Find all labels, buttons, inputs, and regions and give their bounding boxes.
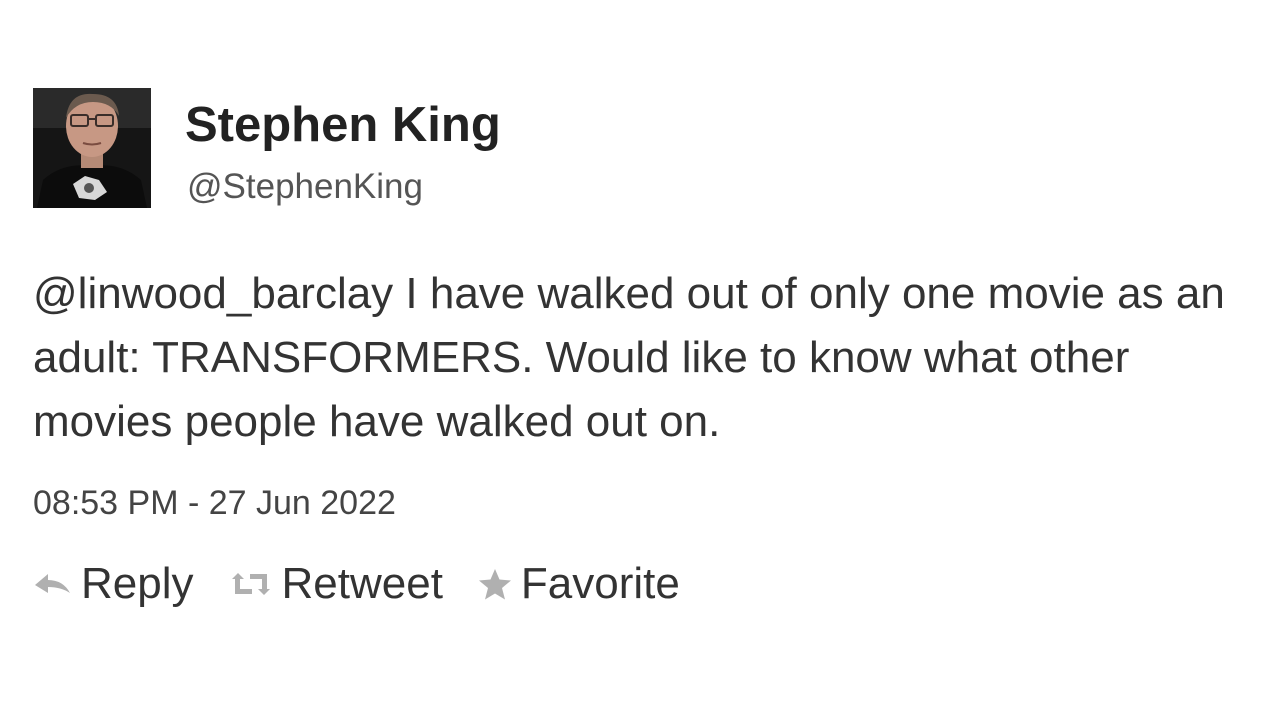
tweet-text: @linwood_barclay I have walked out of on… (33, 262, 1253, 454)
avatar[interactable] (33, 88, 151, 208)
reply-arrow-icon (33, 569, 73, 599)
star-icon (477, 567, 513, 601)
favorite-label: Favorite (520, 559, 680, 608)
author-handle[interactable]: @StephenKing (187, 166, 423, 208)
mention-link[interactable]: @linwood_barclay (33, 269, 393, 318)
retweet-button[interactable]: Retweet (228, 556, 443, 612)
retweet-icon (228, 569, 274, 599)
tweet-timestamp[interactable]: 08:53 PM - 27 Jun 2022 (33, 482, 396, 524)
reply-button[interactable]: Reply (33, 556, 194, 612)
reply-label: Reply (81, 559, 194, 608)
retweet-label: Retweet (281, 559, 443, 608)
tweet-actions: Reply Retweet Favorite (33, 556, 714, 612)
tweet-card: Stephen King @StephenKing @linwood_barcl… (0, 0, 1280, 720)
favorite-button[interactable]: Favorite (477, 556, 680, 612)
author-display-name[interactable]: Stephen King (185, 96, 501, 154)
avatar-portrait-image (33, 88, 151, 208)
